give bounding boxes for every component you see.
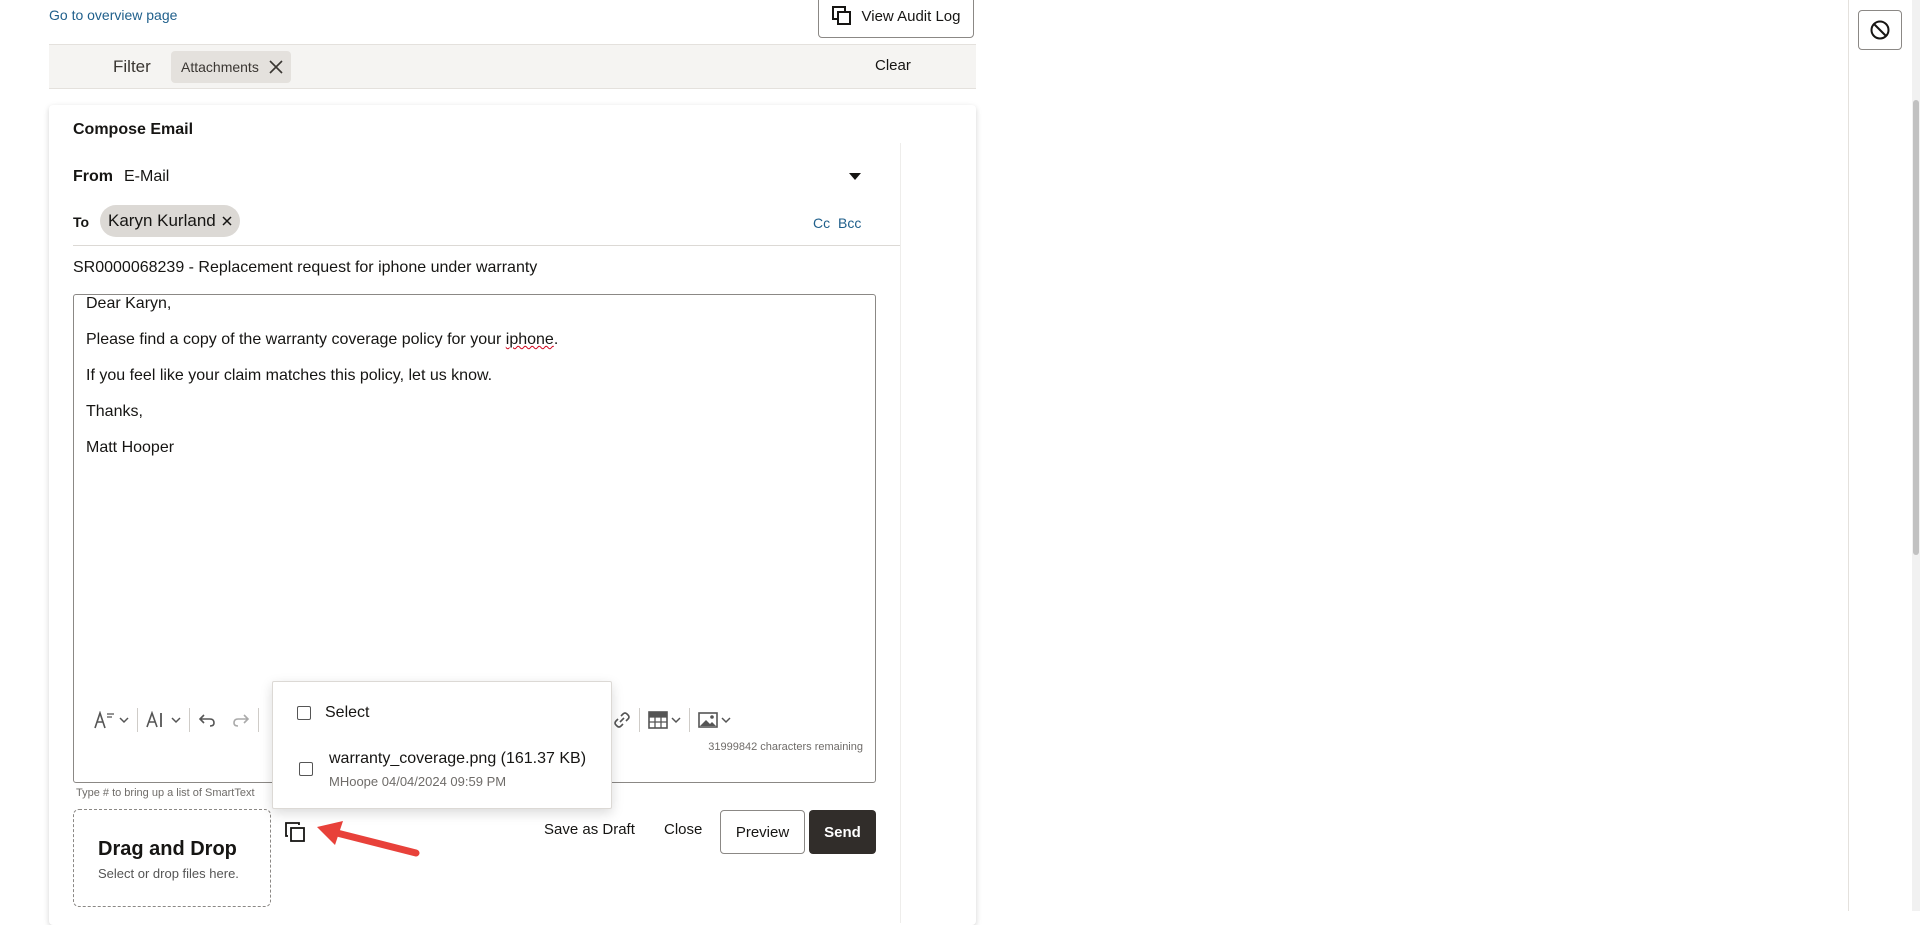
chevron-down-icon [119, 717, 129, 724]
insert-image-button[interactable] [690, 705, 739, 735]
dropzone-subtitle: Select or drop files here. [98, 866, 239, 881]
view-audit-log-button[interactable]: View Audit Log [818, 0, 974, 38]
subject-field[interactable]: SR0000068239 - Replacement request for i… [73, 259, 537, 277]
body-line: Thanks, [86, 403, 143, 420]
from-label: From [73, 168, 113, 185]
annotation-arrow [317, 821, 420, 857]
chevron-down-icon[interactable] [849, 173, 861, 180]
text-style-icon [94, 711, 114, 729]
clear-filter-button[interactable]: Clear [875, 57, 911, 74]
attachment-file-name: warranty_coverage.png (161.37 KB) [329, 750, 587, 767]
audit-log-icon [831, 6, 851, 25]
send-button[interactable]: Send [809, 810, 876, 854]
undo-button[interactable] [190, 705, 224, 735]
chevron-down-icon [721, 717, 731, 724]
close-icon[interactable] [269, 60, 283, 74]
attachment-file-meta: MHoope 04/04/2024 09:59 PM [329, 774, 507, 789]
file-dropzone[interactable]: Drag and Drop Select or drop files here. [73, 809, 271, 907]
toolbar-separator [258, 708, 259, 732]
select-all-label: Select [325, 704, 370, 721]
to-label: To [73, 214, 90, 230]
scrollbar-thumb[interactable] [1913, 100, 1919, 555]
recipient-name: Karyn Kurland [108, 211, 216, 230]
body-line: If you feel like your claim matches this… [86, 367, 493, 384]
to-divider [73, 245, 900, 246]
font-size-button[interactable] [138, 705, 189, 735]
save-draft-button[interactable]: Save as Draft [544, 821, 635, 838]
editor-toolbar-right [604, 705, 739, 735]
audit-log-label: View Audit Log [861, 7, 961, 25]
filter-bar: Filter Attachments Clear [49, 44, 976, 89]
select-all-checkbox[interactable] [297, 706, 311, 720]
text-style-button[interactable] [86, 705, 137, 735]
block-icon [1870, 20, 1890, 40]
smarttext-hint: Type # to bring up a list of SmartText [76, 787, 255, 799]
undo-icon [198, 714, 215, 727]
attachments-filter-chip[interactable]: Attachments [171, 51, 291, 83]
bcc-link[interactable]: Bcc [838, 215, 861, 231]
close-button[interactable]: Close [664, 821, 702, 838]
chevron-down-icon [671, 717, 681, 724]
insert-table-button[interactable] [640, 705, 689, 735]
redo-icon [233, 714, 250, 727]
copy-attachment-icon[interactable] [284, 821, 306, 843]
select-all-row[interactable]: Select [297, 704, 369, 722]
table-icon [648, 711, 668, 729]
dropzone-title: Drag and Drop [98, 838, 237, 860]
link-icon [614, 712, 630, 728]
characters-remaining: 31999842 characters remaining [708, 741, 863, 753]
body-line: Please find a copy of the warranty cover… [86, 331, 558, 349]
font-size-icon [146, 711, 162, 728]
chip-label: Attachments [181, 59, 259, 75]
remove-recipient-icon[interactable] [222, 216, 232, 226]
recipient-chip[interactable]: Karyn Kurland [100, 205, 240, 237]
panel-divider [900, 143, 901, 923]
body-line: Matt Hooper [86, 439, 175, 456]
compose-title: Compose Email [73, 121, 194, 138]
attachment-checkbox[interactable] [299, 762, 313, 776]
cc-link[interactable]: Cc [813, 215, 830, 231]
filter-label: Filter [113, 57, 151, 76]
body-line: Dear Karyn, [86, 295, 172, 312]
from-select[interactable]: E-Mail [124, 168, 169, 186]
body-text: Please find a copy of the warranty cover… [86, 331, 506, 348]
preview-button[interactable]: Preview [720, 810, 805, 854]
body-text: . [553, 331, 559, 348]
right-panel-border [1848, 0, 1849, 911]
redo-button[interactable] [224, 705, 258, 735]
block-button[interactable] [1858, 10, 1902, 50]
misspelled-word: iphone [505, 331, 554, 348]
image-icon [698, 712, 718, 728]
editor-toolbar [86, 705, 259, 735]
attachment-select-popup: Select warranty_coverage.png (161.37 KB)… [272, 681, 612, 809]
chevron-down-icon [171, 717, 181, 724]
overview-link[interactable]: Go to overview page [49, 7, 177, 23]
